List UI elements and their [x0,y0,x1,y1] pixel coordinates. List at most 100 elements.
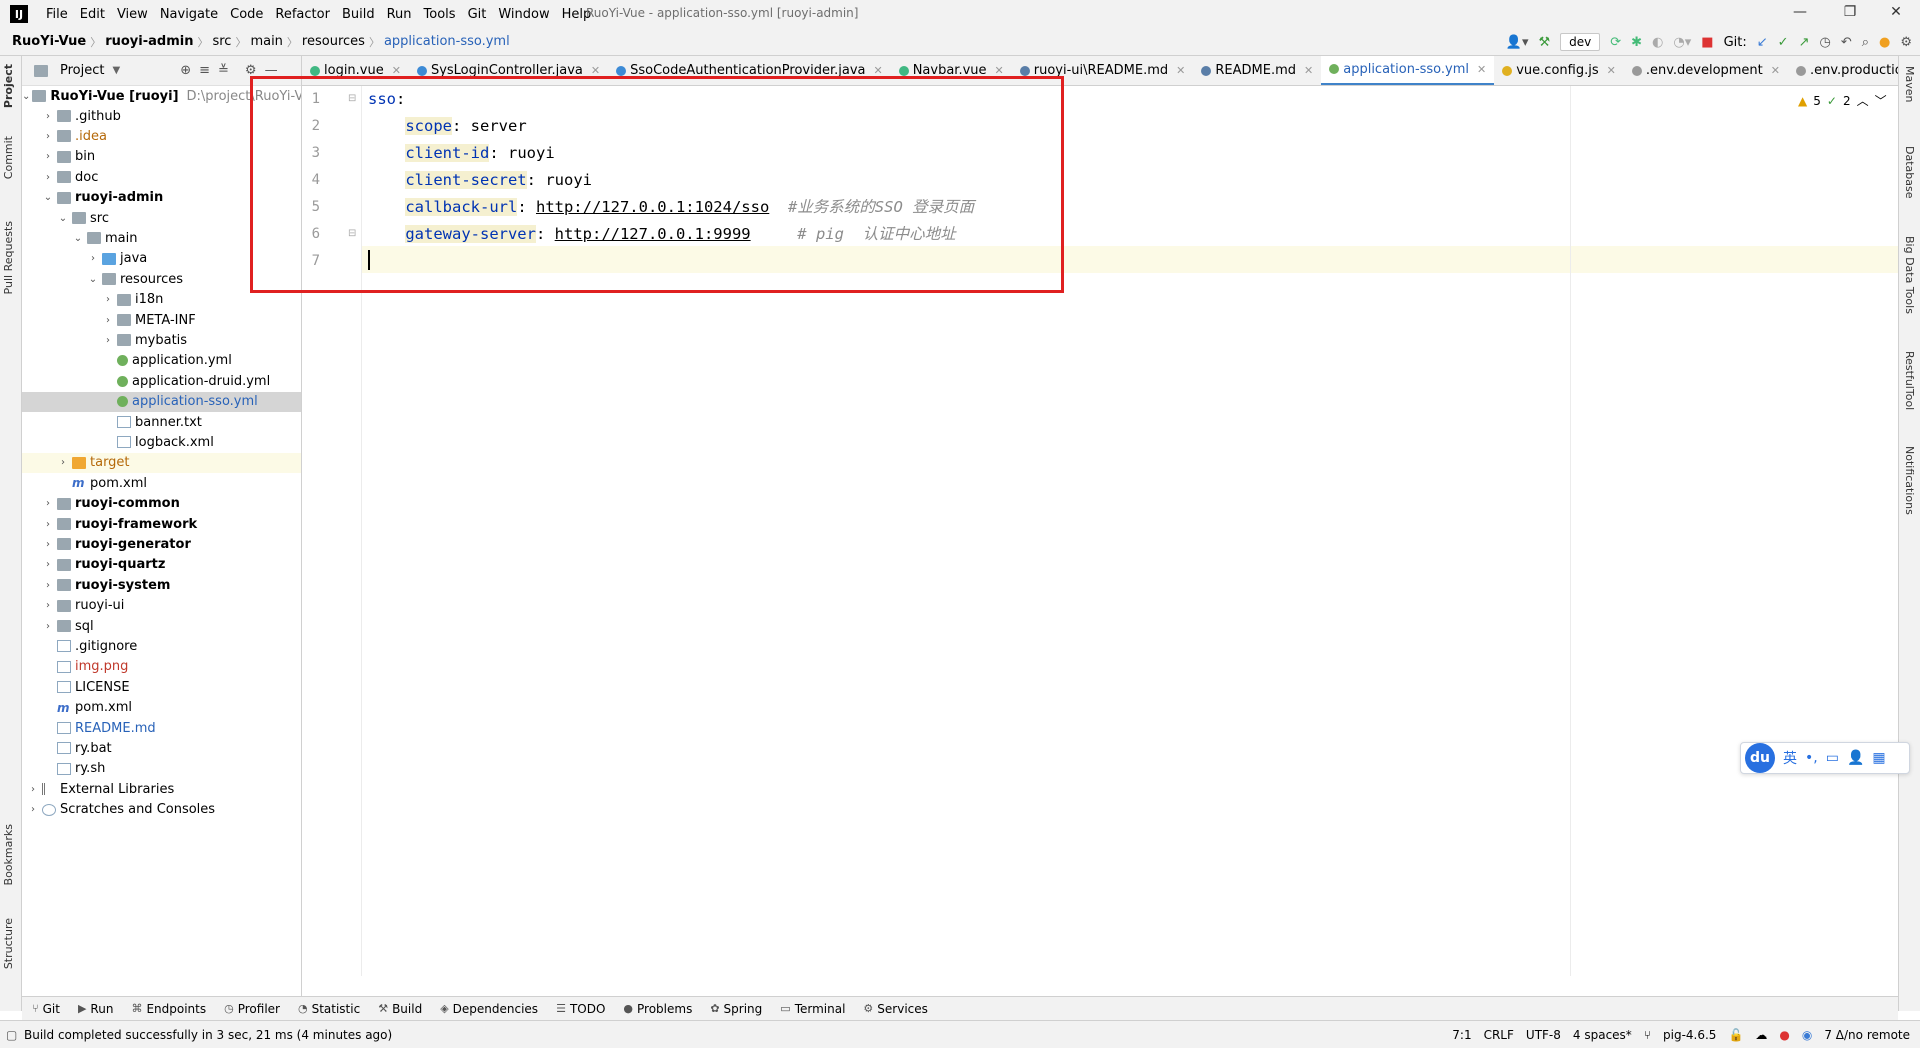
chevron-down-icon[interactable]: ⌄ [56,213,70,224]
menu-build[interactable]: Build [336,7,381,22]
git-update-icon[interactable]: ↙ [1757,35,1768,50]
tool-window-statistic[interactable]: ◔ Statistic [298,1002,360,1016]
settings-icon[interactable]: ⚙ [1900,35,1912,50]
locate-icon[interactable]: ⊕ [180,63,191,78]
tree-item[interactable]: › ruoyi-quartz [22,555,301,575]
file-encoding[interactable]: UTF-8 [1526,1028,1561,1042]
tool-window-problems[interactable]: ● Problems [623,1002,692,1016]
error-icon[interactable]: ● [1779,1028,1789,1042]
tool-window-build[interactable]: ⚒ Build [378,1002,422,1016]
git-commit-icon[interactable]: ✓ [1778,35,1789,50]
chevron-right-icon[interactable]: › [41,580,55,591]
lock-icon[interactable]: 🔓 [1728,1028,1743,1042]
editor-tab[interactable]: .env.production✕ [1788,56,1898,85]
line-separator[interactable]: CRLF [1484,1028,1514,1042]
breadcrumb-item[interactable]: resources [298,34,369,49]
editor-tab[interactable]: vue.config.js ✕ [1494,56,1624,85]
chevron-right-icon[interactable]: › [26,784,40,795]
git-branch[interactable]: pig-4.6.5 [1663,1028,1716,1042]
menu-window[interactable]: Window [492,7,555,22]
tree-item[interactable]: › ruoyi-framework [22,514,301,534]
breadcrumb-item[interactable]: RuoYi-Vue [8,34,90,49]
tool-window-terminal[interactable]: ▭ Terminal [780,1002,845,1016]
tool-window-git[interactable]: ⑂ Git [32,1002,60,1016]
menu-navigate[interactable]: Navigate [154,7,224,22]
chevron-right-icon[interactable]: › [41,600,55,611]
status-toggle-icon[interactable]: ▢ [6,1028,17,1042]
chevron-right-icon[interactable]: › [41,151,55,162]
menu-code[interactable]: Code [224,7,269,22]
tree-item[interactable]: application-druid.yml [22,371,301,391]
user-icon[interactable]: 👤▾ [1506,35,1529,50]
maximize-button[interactable]: ❐ [1830,4,1870,20]
close-tab-icon[interactable]: ✕ [1771,64,1780,77]
editor-tab[interactable]: .env.development ✕ [1624,56,1788,85]
menu-tools[interactable]: Tools [418,7,462,22]
close-tab-icon[interactable]: ✕ [1477,63,1486,76]
tool-tab-pull-requests[interactable]: Pull Requests [2,221,15,294]
remote-status[interactable]: 7 Δ/no remote [1824,1028,1910,1042]
tree-item[interactable]: banner.txt [22,412,301,432]
close-tab-icon[interactable]: ✕ [1176,64,1185,77]
tree-item[interactable]: › ruoyi-generator [22,534,301,554]
status-message[interactable]: Build completed successfully in 3 sec, 2… [0,1028,392,1042]
stop-icon[interactable]: ■ [1701,35,1713,50]
tool-tab-maven[interactable]: Maven [1903,66,1916,102]
chevron-down-icon[interactable]: ⌄ [71,233,85,244]
tool-tab-restfultool[interactable]: RestfulTool [1903,351,1916,410]
tool-window-todo[interactable]: ☰ TODO [556,1002,605,1016]
tree-item[interactable]: › sql [22,616,301,636]
ime-language-toggle[interactable]: 英 [1783,748,1797,768]
ime-grid-icon[interactable]: ▦ [1872,750,1885,766]
chevron-down-icon[interactable]: ⌄ [86,274,100,285]
tool-window-services[interactable]: ⚙ Services [863,1002,927,1016]
coverage-icon[interactable]: ◐ [1652,35,1663,50]
chevron-right-icon[interactable]: › [101,335,115,346]
tree-item[interactable]: img.png [22,657,301,677]
menu-git[interactable]: Git [462,7,493,22]
breadcrumb-item[interactable]: src [208,34,235,49]
chevron-right-icon[interactable]: › [101,315,115,326]
ime-punctuation-toggle[interactable]: •, [1805,750,1818,766]
build-hammer-icon[interactable]: ⚒ [1538,35,1550,50]
chevron-right-icon[interactable]: › [86,253,100,264]
debug-icon[interactable]: ✱ [1631,35,1642,50]
chevron-right-icon[interactable]: › [41,131,55,142]
collapse-all-icon[interactable]: ≚ [218,63,229,78]
editor-tab[interactable]: application-sso.yml ✕ [1321,56,1495,85]
menu-edit[interactable]: Edit [74,7,111,22]
run-config-combo[interactable]: dev [1560,33,1601,51]
next-highlight-icon[interactable]: ﹀ [1875,92,1887,109]
tool-window-spring[interactable]: ✿ Spring [710,1002,762,1016]
tree-item[interactable]: m pom.xml [22,473,301,493]
tool-tab-structure[interactable]: Structure [2,918,15,969]
tree-item[interactable]: ry.bat [22,738,301,758]
close-tab-icon[interactable]: ✕ [1607,64,1616,77]
tree-item[interactable]: › ruoyi-ui [22,596,301,616]
tree-item[interactable]: application-sso.yml [22,391,301,412]
tree-item[interactable]: › META-INF [22,310,301,330]
ime-user-icon[interactable]: 👤 [1847,750,1864,766]
tool-window-profiler[interactable]: ◷ Profiler [224,1002,280,1016]
tree-item[interactable]: ry.sh [22,759,301,779]
chevron-right-icon[interactable]: › [41,621,55,632]
tool-window-endpoints[interactable]: ⌘ Endpoints [131,1002,206,1016]
tree-item[interactable]: › ruoyi-system [22,575,301,595]
search-icon[interactable]: ⌕ [1862,35,1869,50]
menu-refactor[interactable]: Refactor [269,7,336,22]
tree-item[interactable]: .gitignore [22,636,301,656]
ime-toolbar[interactable]: du 英 •, ▭ 👤 ▦ [1740,742,1910,774]
close-window-button[interactable]: ✕ [1876,4,1916,20]
git-rollback-icon[interactable]: ↶ [1841,35,1852,50]
tool-tab-notifications[interactable]: Notifications [1903,446,1916,515]
chevron-right-icon[interactable]: › [41,539,55,550]
chevron-right-icon[interactable]: › [26,804,40,815]
caret-position[interactable]: 7:1 [1452,1028,1471,1042]
tool-tab-commit[interactable]: Commit [2,136,15,179]
chevron-down-icon[interactable]: ⌄ [41,192,55,203]
breadcrumb-item[interactable]: main [246,34,286,49]
profile-icon[interactable]: ◔▾ [1673,35,1691,50]
rerun-icon[interactable]: ⟳ [1610,35,1621,50]
chevron-right-icon[interactable]: › [41,111,55,122]
chevron-down-icon[interactable]: ⌄ [22,91,30,102]
